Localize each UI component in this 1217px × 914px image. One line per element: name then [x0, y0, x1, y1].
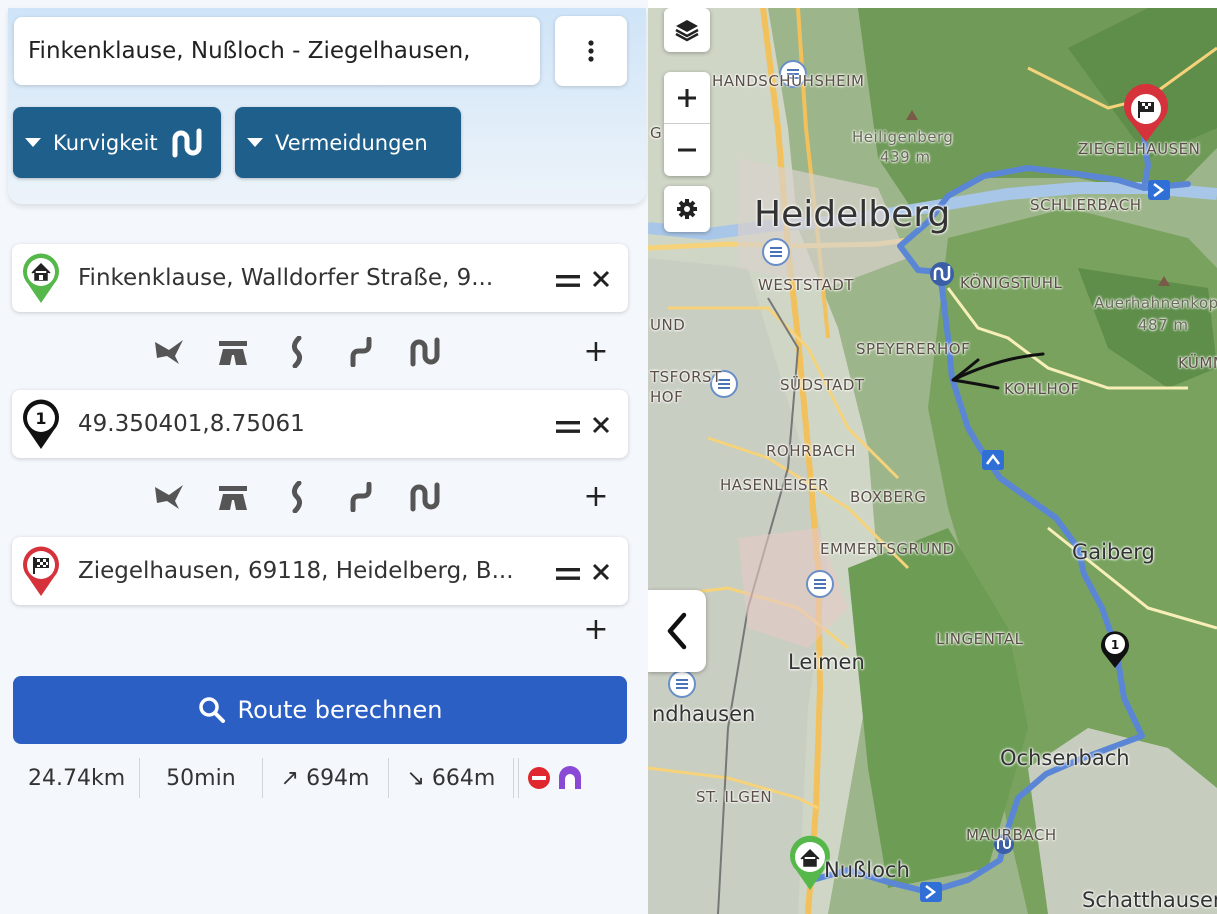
layers-icon	[675, 20, 699, 42]
map-label-emmertsgrund: EMMERTSGRUND	[820, 540, 955, 558]
map-label-auerhahnenkopf: Auerhahnenkopf	[1094, 294, 1217, 312]
curvy-road-icon[interactable]	[406, 478, 444, 516]
map-label-weststadt: WESTSTADT	[758, 276, 854, 294]
map-label-boxberg: BOXBERG	[850, 488, 927, 506]
highway-icon[interactable]	[214, 333, 252, 371]
via-marker-number: 1	[1111, 638, 1119, 652]
avoidances-label: Vermeidungen	[275, 130, 428, 155]
drag-handle-icon[interactable]	[556, 408, 580, 441]
curvy-road-icon	[172, 128, 202, 157]
map-label-leimen: Leimen	[788, 650, 865, 674]
zoom-out-button[interactable]	[664, 124, 710, 176]
map-label-und: UND	[650, 316, 686, 334]
map-label-speyererhof: SPEYERERHOF	[856, 340, 971, 358]
map-label-handschuhsheim: HANDSCHUHSHEIM	[712, 72, 865, 90]
map-label-g: G	[650, 124, 663, 142]
map-label-suedstadt: SÜDSTADT	[780, 376, 865, 394]
waypoint-number: 1	[35, 409, 46, 428]
map-label-nussloch: Nußloch	[824, 858, 910, 882]
collapse-panel-button[interactable]	[648, 590, 706, 672]
drag-handle-icon[interactable]	[556, 262, 580, 295]
drag-handle-icon[interactable]	[556, 555, 580, 588]
waypoint-start-label: Finkenklause, Walldorfer Straße, 9...	[78, 265, 494, 291]
map-label-ochsenbach: Ochsenbach	[1000, 746, 1130, 770]
add-waypoint-button[interactable]: +	[580, 481, 612, 513]
add-waypoint-button[interactable]: +	[580, 614, 612, 646]
route-planner-app: Finkenklause, Nußloch - Ziegelhausen, Ku…	[0, 0, 1217, 914]
segment-mode-row-1	[150, 333, 444, 371]
home-pin-icon	[18, 251, 64, 305]
caret-down-icon	[247, 138, 263, 147]
more-options-button[interactable]	[555, 16, 627, 86]
map-label-koenigstuhl: KÖNIGSTUHL	[960, 274, 1063, 292]
minus-icon	[678, 148, 696, 152]
map-label-lingental: LINGENTAL	[936, 630, 1024, 648]
map-view[interactable]: 1 HANDSCHUHSHEIM Heiligenberg 439 m ZIEG…	[648, 8, 1217, 914]
segment-mode-row-2	[150, 478, 444, 516]
add-waypoint-button[interactable]: +	[580, 336, 612, 368]
zoom-controls	[664, 72, 710, 176]
map-label-kohlhof: KOHLHOF	[1004, 380, 1080, 398]
map-label-sandhausen: ndhausen	[652, 702, 756, 726]
map-label-st-ilgen: ST. ILGEN	[696, 788, 773, 806]
number-pin-icon: 1	[18, 397, 64, 451]
curve-road-icon[interactable]	[342, 478, 380, 516]
route-ascent: ↗ 694m	[263, 758, 389, 798]
map-label-heiligenberg: Heiligenberg	[852, 128, 954, 146]
route-search-input[interactable]: Finkenklause, Nußloch - Ziegelhausen,	[14, 17, 540, 85]
curve-road-icon[interactable]	[342, 333, 380, 371]
fast-route-icon[interactable]	[150, 333, 188, 371]
curviness-dropdown-button[interactable]: Kurvigkeit	[13, 107, 221, 178]
vertical-dots-icon	[588, 40, 594, 62]
route-distance: 24.74km	[14, 758, 141, 798]
curviness-label: Kurvigkeit	[53, 130, 158, 155]
highway-icon[interactable]	[214, 478, 252, 516]
calculate-route-label: Route berechnen	[237, 696, 443, 724]
avoidances-dropdown-button[interactable]: Vermeidungen	[235, 107, 461, 178]
chevron-left-icon	[667, 612, 687, 650]
waypoint-via-label: 49.350401,8.75061	[78, 411, 305, 437]
map-label-heidelberg: Heidelberg	[754, 194, 951, 235]
fast-route-icon[interactable]	[150, 478, 188, 516]
layers-button[interactable]	[664, 8, 710, 52]
map-label-schlierbach: SCHLIERBACH	[1030, 196, 1142, 214]
remove-waypoint-icon[interactable]	[592, 262, 610, 295]
route-descent: ↘ 664m	[389, 758, 515, 798]
route-duration: 50min	[140, 758, 263, 798]
waypoint-destination-label: Ziegelhausen, 69118, Heidelberg, B...	[78, 558, 514, 584]
map-label-rohrbach: ROHRBACH	[766, 442, 856, 460]
plus-icon	[678, 88, 696, 107]
map-label-auerhahnenkopf-elev: 487 m	[1138, 316, 1189, 334]
curvy-road-icon[interactable]	[406, 333, 444, 371]
map-label-heiligenberg-elev: 439 m	[880, 148, 931, 166]
waypoint-start[interactable]: Finkenklause, Walldorfer Straße, 9...	[12, 244, 628, 312]
winding-road-icon[interactable]	[278, 333, 316, 371]
route-stats: 24.74km 50min ↗ 694m ↘ 664m	[14, 756, 626, 800]
route-panel: Finkenklause, Nußloch - Ziegelhausen, Ku…	[0, 0, 648, 914]
map-label-hof: HOF	[650, 388, 684, 406]
finish-flag-pin-icon	[18, 544, 64, 598]
waypoint-via-1[interactable]: 1 49.350401,8.75061	[12, 390, 628, 458]
tunnel-icon	[559, 766, 582, 789]
winding-road-icon[interactable]	[278, 478, 316, 516]
remove-waypoint-icon[interactable]	[592, 408, 610, 441]
map-settings-button[interactable]	[664, 186, 710, 232]
map-label-ziegelhausen: ZIEGELHAUSEN	[1078, 140, 1201, 158]
map-label-kuemmelbacherhof: KÜMM	[1178, 354, 1217, 372]
map-label-schatthausen: Schatthausen	[1082, 888, 1217, 912]
gear-icon	[677, 199, 697, 219]
zoom-in-button[interactable]	[664, 72, 710, 124]
calculate-route-button[interactable]: Route berechnen	[13, 676, 627, 744]
remove-waypoint-icon[interactable]	[592, 555, 610, 588]
map-label-gaiberg: Gaiberg	[1072, 540, 1155, 564]
map-label-forst: TSFORST	[650, 368, 722, 386]
waypoint-destination[interactable]: Ziegelhausen, 69118, Heidelberg, B...	[12, 537, 628, 605]
no-entry-icon	[528, 767, 551, 789]
caret-down-icon	[25, 138, 41, 147]
map-label-hasenleiser: HASENLEISER	[720, 476, 829, 494]
search-icon	[198, 697, 225, 723]
map-label-maurbach: MAURBACH	[966, 826, 1057, 844]
